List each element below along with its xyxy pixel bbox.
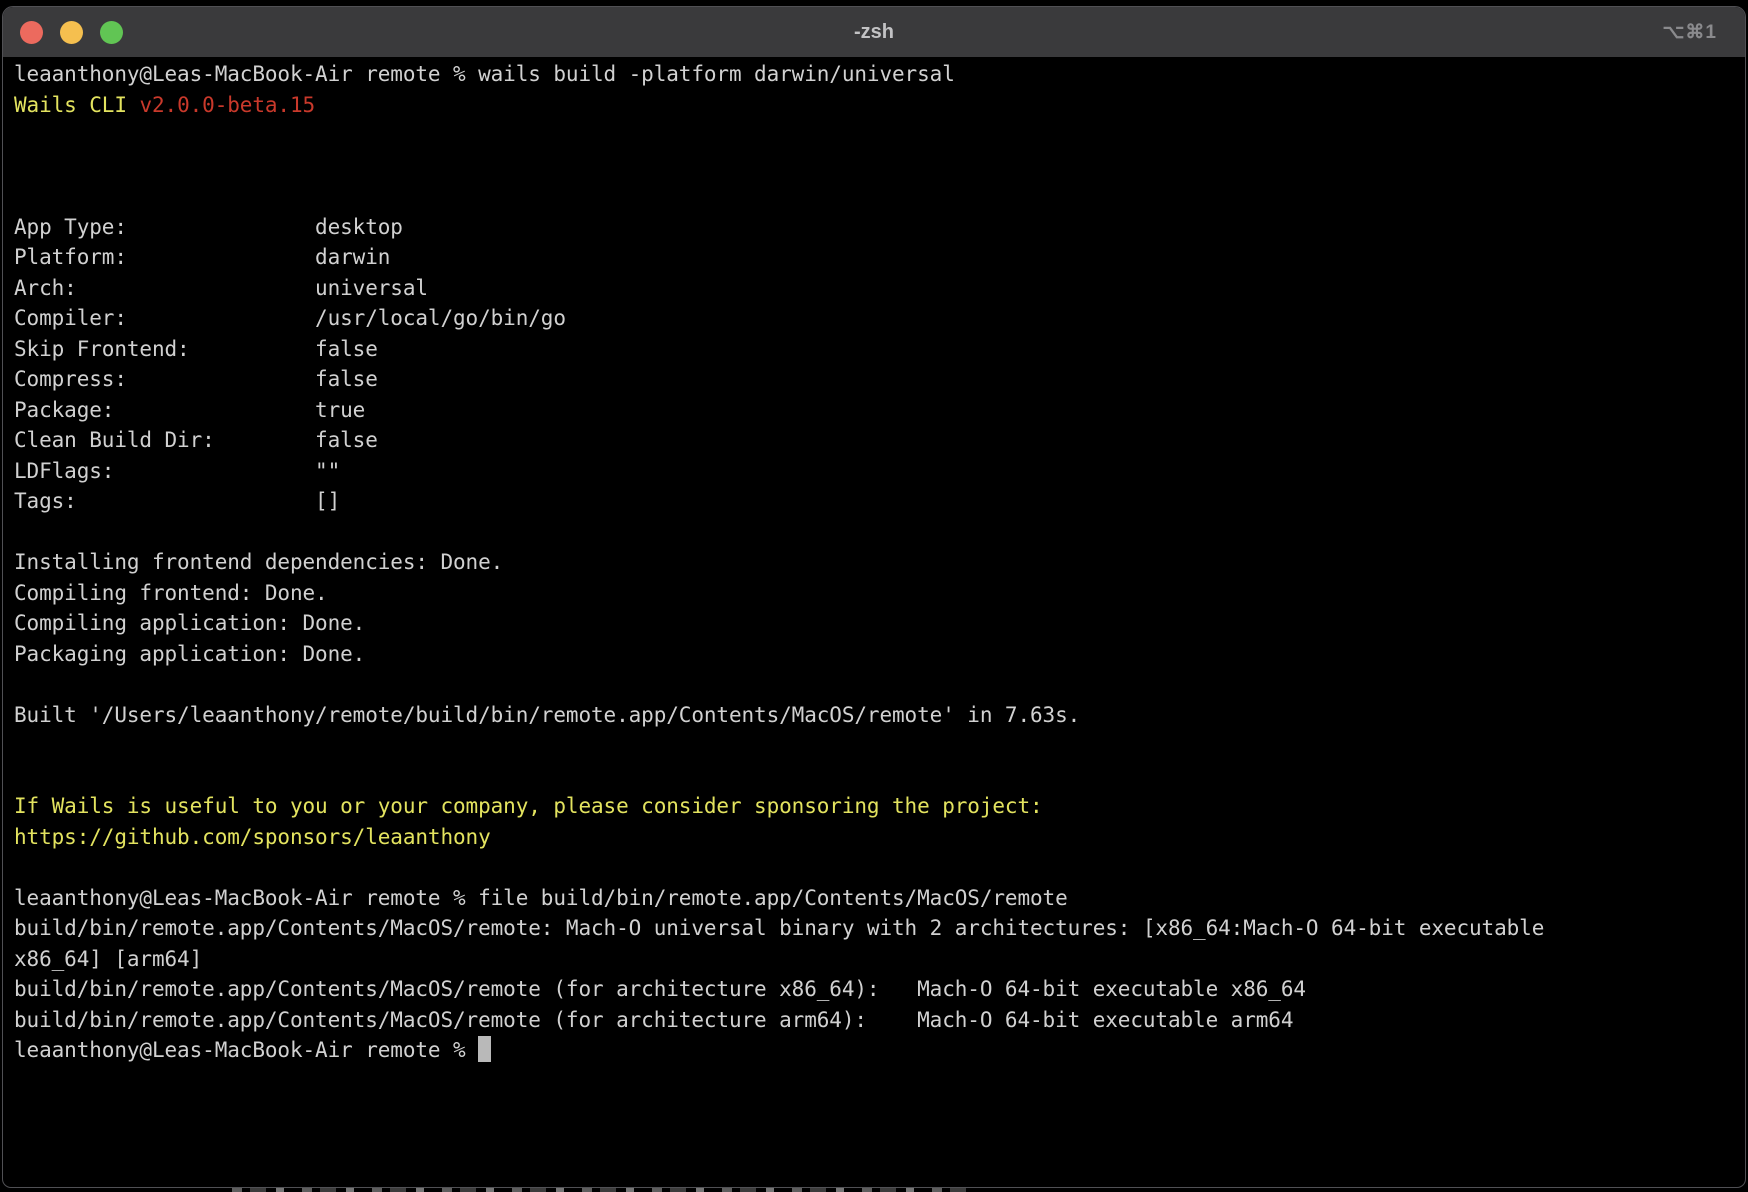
terminal-text: leaanthony@Leas-MacBook-Air remote % wai…	[14, 62, 955, 86]
terminal-text: build/bin/remote.app/Contents/MacOS/remo…	[14, 977, 1306, 1001]
terminal-text: Arch: universal	[14, 276, 428, 300]
terminal-text: Installing frontend dependencies: Done.	[14, 550, 503, 574]
terminal-line	[14, 120, 1745, 151]
terminal-line: Built '/Users/leaanthony/remote/build/bi…	[14, 700, 1745, 731]
terminal-line: Skip Frontend: false	[14, 334, 1745, 365]
terminal-line: https://github.com/sponsors/leaanthony	[14, 822, 1745, 853]
window-title: -zsh	[3, 21, 1745, 44]
terminal-line: If Wails is useful to you or your compan…	[14, 791, 1745, 822]
terminal-text: Compiler: /usr/local/go/bin/go	[14, 306, 566, 330]
terminal-text: Packaging application: Done.	[14, 642, 365, 666]
terminal-output: leaanthony@Leas-MacBook-Air remote % wai…	[14, 59, 1745, 1066]
background-window-fragment	[232, 1188, 967, 1192]
terminal-text: Clean Build Dir: false	[14, 428, 378, 452]
terminal-line: Compiler: /usr/local/go/bin/go	[14, 303, 1745, 334]
minimize-button[interactable]	[60, 21, 83, 44]
terminal-text: Built '/Users/leaanthony/remote/build/bi…	[14, 703, 1080, 727]
terminal-text: If Wails is useful to you or your compan…	[14, 794, 1043, 818]
terminal-line: Package: true	[14, 395, 1745, 426]
terminal-line: Clean Build Dir: false	[14, 425, 1745, 456]
terminal-line	[14, 517, 1745, 548]
terminal-line: leaanthony@Leas-MacBook-Air remote % wai…	[14, 59, 1745, 90]
terminal-line: Wails CLI v2.0.0-beta.15	[14, 90, 1745, 121]
terminal-text: App Type: desktop	[14, 215, 403, 239]
terminal-text: Compress: false	[14, 367, 378, 391]
terminal-cursor[interactable]	[478, 1036, 491, 1062]
terminal-screen[interactable]: leaanthony@Leas-MacBook-Air remote % wai…	[3, 58, 1745, 1066]
terminal-line	[14, 669, 1745, 700]
titlebar[interactable]: -zsh ⌥⌘1	[3, 7, 1745, 58]
terminal-line: Platform: darwin	[14, 242, 1745, 273]
terminal-text: Skip Frontend: false	[14, 337, 378, 361]
terminal-text: https://github.com/sponsors/leaanthony	[14, 825, 491, 849]
window-shortcut-badge: ⌥⌘1	[1663, 21, 1745, 44]
terminal-line: x86_64] [arm64]	[14, 944, 1745, 975]
terminal-line: Packaging application: Done.	[14, 639, 1745, 670]
terminal-text: build/bin/remote.app/Contents/MacOS/remo…	[14, 1008, 1293, 1032]
terminal-line	[14, 761, 1745, 792]
terminal-text: LDFlags: ""	[14, 459, 340, 483]
terminal-text: Platform: darwin	[14, 245, 390, 269]
terminal-text: build/bin/remote.app/Contents/MacOS/remo…	[14, 916, 1544, 940]
terminal-line: Compiling application: Done.	[14, 608, 1745, 639]
terminal-line	[14, 151, 1745, 182]
terminal-line: Compress: false	[14, 364, 1745, 395]
terminal-line	[14, 730, 1745, 761]
zoom-button[interactable]	[100, 21, 123, 44]
close-button[interactable]	[20, 21, 43, 44]
terminal-window: -zsh ⌥⌘1 leaanthony@Leas-MacBook-Air rem…	[2, 6, 1746, 1188]
terminal-text: Tags: []	[14, 489, 340, 513]
terminal-text: leaanthony@Leas-MacBook-Air remote %	[14, 1038, 478, 1062]
terminal-line: LDFlags: ""	[14, 456, 1745, 487]
terminal-line: build/bin/remote.app/Contents/MacOS/remo…	[14, 1005, 1745, 1036]
terminal-text: Package: true	[14, 398, 365, 422]
terminal-line: leaanthony@Leas-MacBook-Air remote %	[14, 1035, 1745, 1066]
terminal-line: Tags: []	[14, 486, 1745, 517]
terminal-line: Arch: universal	[14, 273, 1745, 304]
terminal-line: build/bin/remote.app/Contents/MacOS/remo…	[14, 974, 1745, 1005]
terminal-line	[14, 852, 1745, 883]
terminal-text: Compiling frontend: Done.	[14, 581, 328, 605]
terminal-text: v2.0.0-beta.15	[139, 93, 315, 117]
desktop-background: { "window": { "title": "-zsh", "shortcut…	[0, 0, 1748, 1192]
traffic-lights	[3, 21, 123, 44]
terminal-text: Compiling application: Done.	[14, 611, 365, 635]
terminal-text: x86_64] [arm64]	[14, 947, 202, 971]
terminal-text: Wails CLI	[14, 93, 139, 117]
terminal-line: Compiling frontend: Done.	[14, 578, 1745, 609]
terminal-line: App Type: desktop	[14, 212, 1745, 243]
terminal-line: leaanthony@Leas-MacBook-Air remote % fil…	[14, 883, 1745, 914]
terminal-line	[14, 181, 1745, 212]
terminal-line: Installing frontend dependencies: Done.	[14, 547, 1745, 578]
terminal-text: leaanthony@Leas-MacBook-Air remote % fil…	[14, 886, 1068, 910]
terminal-line: build/bin/remote.app/Contents/MacOS/remo…	[14, 913, 1745, 944]
